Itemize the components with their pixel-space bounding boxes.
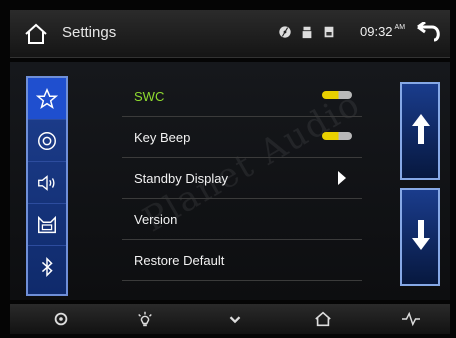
setting-label: Version	[134, 212, 178, 227]
settings-row-key-beep[interactable]: Key Beep	[122, 117, 362, 158]
scroll-up-button[interactable]	[400, 82, 440, 180]
page-title: Settings	[62, 24, 117, 41]
settings-row-swc[interactable]: SWC	[122, 76, 362, 117]
volume-icon	[38, 174, 55, 191]
setting-label: Standby Display	[134, 171, 228, 186]
sidebar-item-favorites[interactable]	[28, 78, 66, 120]
settings-category-sidebar	[26, 76, 68, 296]
sidebar-item-car[interactable]	[28, 204, 66, 246]
settings-list: SWC Key Beep Standby Display Version Res…	[122, 76, 362, 281]
settings-row-restore-default[interactable]: Restore Default	[122, 240, 362, 281]
setting-label: SWC	[134, 89, 165, 104]
sidebar-item-volume[interactable]	[28, 162, 66, 204]
bluetooth-icon	[41, 256, 53, 278]
brightness-icon[interactable]	[136, 310, 154, 328]
car-icon	[38, 215, 56, 233]
back-icon[interactable]	[414, 22, 440, 44]
chevron-down-icon[interactable]	[226, 310, 244, 328]
settings-gear-icon[interactable]	[52, 310, 70, 328]
disc-icon	[38, 131, 56, 150]
sidebar-item-disc[interactable]	[28, 120, 66, 162]
settings-row-standby-display[interactable]: Standby Display	[122, 158, 362, 199]
chevron-right-icon	[338, 171, 346, 185]
status-icons	[278, 24, 336, 40]
settings-row-version[interactable]: Version	[122, 199, 362, 240]
usb-icon	[302, 26, 312, 39]
clock-ampm: AM	[394, 24, 406, 31]
favorites-icon	[36, 87, 58, 109]
head-unit-screen: Settings 09:32 AM Planet Audio SWC Key B…	[0, 0, 456, 338]
scroll-down-button[interactable]	[400, 188, 440, 286]
home-icon[interactable]	[24, 22, 48, 46]
arrow-down-icon	[412, 220, 430, 250]
sd-card-icon	[324, 26, 334, 38]
top-bar: Settings 09:32 AM	[10, 10, 450, 58]
swc-toggle[interactable]	[322, 91, 352, 99]
home-icon[interactable]	[314, 310, 332, 328]
setting-label: Key Beep	[134, 130, 191, 145]
setting-label: Restore Default	[134, 253, 225, 268]
equalizer-icon[interactable]	[402, 310, 420, 328]
arrow-up-icon	[412, 114, 430, 144]
key-beep-toggle[interactable]	[322, 132, 352, 140]
disc-icon	[279, 26, 291, 38]
clock: 09:32 AM	[360, 24, 405, 39]
bottom-bar	[10, 304, 450, 334]
sidebar-item-bluetooth[interactable]	[28, 246, 66, 288]
clock-time: 09:32	[360, 24, 393, 39]
settings-panel: Planet Audio SWC Key Beep Standby Displa…	[10, 62, 450, 300]
